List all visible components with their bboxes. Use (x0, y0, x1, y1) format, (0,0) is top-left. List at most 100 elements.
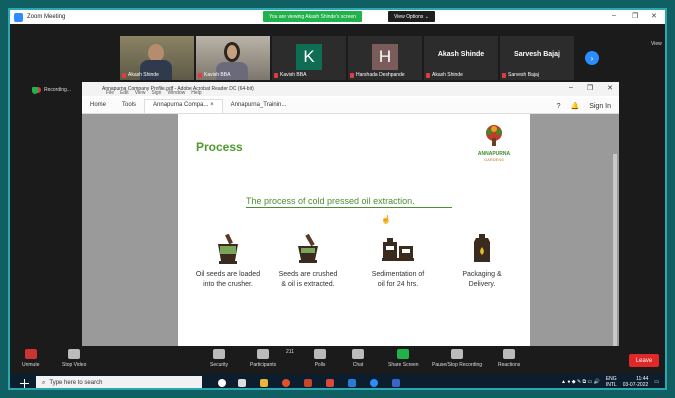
screen-frame: Zoom Meeting You are viewing Akash Shind… (8, 8, 667, 390)
process-step: Oil seeds are loaded into the crusher. (188, 234, 268, 290)
muted-mic-icon (426, 72, 430, 78)
restore-icon[interactable]: ❐ (587, 84, 593, 92)
unmute-button[interactable]: Unmute (22, 349, 40, 368)
avatar: H (372, 44, 398, 70)
step-caption: & oil is extracted. (281, 281, 335, 288)
recording-indicator[interactable]: Recording... (35, 87, 71, 93)
zoom-toolbar: Unmute Stop Video Security Participants … (10, 346, 665, 376)
video-camera-icon (68, 349, 81, 359)
tab-annapurna-company[interactable]: Annapurna Compa... × (144, 99, 223, 113)
app-icon[interactable] (348, 379, 356, 387)
pause-stop-icon (451, 349, 464, 359)
menu-item[interactable]: Edit (120, 90, 129, 98)
participant-name: Akash Shinde (128, 72, 159, 78)
menu-item[interactable]: Window (167, 90, 185, 98)
people-icon (257, 349, 270, 359)
app-icon[interactable] (304, 379, 312, 387)
participant-tile[interactable]: Sarvesh Bajaj Sarvesh Bajaj (500, 36, 574, 80)
menu-item[interactable]: Help (191, 90, 201, 98)
tray-icons[interactable]: ▲ ● ◆ ✎ ⧉ ▭ 🔊 (561, 379, 600, 385)
vertical-scrollbar[interactable] (613, 154, 617, 354)
reactions-button[interactable]: Reactions (498, 349, 520, 368)
security-label: Security (210, 362, 229, 368)
acrobat-tab-bar: Home Tools Annapurna Compa... × Annapurn… (82, 98, 619, 114)
stop-video-button[interactable]: Stop Video (62, 349, 86, 368)
shield-icon (213, 349, 226, 359)
cortana-icon[interactable] (218, 379, 226, 387)
participant-tile[interactable]: Akash Shinde (120, 36, 194, 80)
close-icon[interactable]: ✕ (607, 84, 613, 92)
notification-icon[interactable]: ▭ (654, 379, 659, 385)
share-screen-button[interactable]: Share Screen (388, 349, 419, 368)
minimize-icon[interactable]: – (612, 12, 616, 19)
zoom-window-title: Zoom Meeting (27, 14, 66, 20)
slide-title: Process (196, 140, 243, 154)
logo-tagline: GARDENS (484, 157, 504, 162)
participant-name: Harshada Deshpande (356, 72, 405, 78)
participant-name: Akash Shinde (432, 72, 463, 78)
sign-in-link[interactable]: Sign In (589, 103, 611, 110)
acrobat-menu-bar: File Edit View Sign Window Help (82, 90, 619, 98)
search-placeholder: Type here to search (49, 380, 103, 386)
process-step: Packaging & Delivery. (442, 234, 522, 290)
close-icon[interactable]: ✕ (651, 12, 657, 20)
crushed-seeds-icon (298, 234, 318, 263)
zoom-taskbar-icon[interactable] (370, 379, 378, 387)
view-button[interactable]: View (651, 41, 662, 47)
chrome-icon[interactable] (282, 379, 290, 387)
bell-icon[interactable]: 🔔 (570, 102, 579, 110)
share-screen-icon (397, 349, 410, 359)
tab-home[interactable]: Home (82, 99, 114, 113)
participant-tile[interactable]: H Harshada Deshpande (348, 36, 422, 80)
process-step: Sedimentation of oil for 24 hrs. (358, 234, 438, 290)
windows-taskbar: ⌕ Type here to search ▲ ● ◆ ✎ ⧉ ▭ 🔊 ENG … (10, 374, 665, 388)
participant-name: Sarvesh Bajaj (508, 72, 539, 78)
participant-tile[interactable]: Akash Shinde Akash Shinde (424, 36, 498, 80)
next-page-arrow-icon[interactable]: › (585, 51, 599, 65)
file-explorer-icon[interactable] (260, 379, 268, 387)
step-caption: into the crusher. (203, 281, 253, 288)
participants-button[interactable]: Participants (250, 349, 276, 368)
logo-tree-icon (486, 125, 502, 146)
task-view-icon[interactable] (238, 379, 246, 387)
app-icon[interactable] (326, 379, 334, 387)
security-button[interactable]: Security (210, 349, 228, 368)
mic-off-icon (24, 349, 37, 359)
polls-button[interactable]: Polls (314, 349, 326, 368)
app-icon[interactable] (392, 379, 400, 387)
restore-icon[interactable]: ❐ (632, 12, 638, 20)
smiley-icon (503, 349, 516, 359)
view-options-button[interactable]: View Options ⌄ (388, 11, 435, 22)
chat-button[interactable]: Chat (352, 349, 364, 368)
menu-item[interactable]: File (106, 90, 114, 98)
acrobat-right-controls: ? 🔔 Sign In (557, 102, 611, 111)
muted-mic-icon (274, 72, 278, 78)
polls-label: Polls (314, 362, 326, 368)
help-icon[interactable]: ? (557, 103, 561, 110)
acrobat-window-controls: – ❐ ✕ (569, 84, 613, 92)
minimize-icon[interactable]: – (569, 84, 573, 92)
zoom-title-bar: Zoom Meeting You are viewing Akash Shind… (10, 10, 665, 24)
leave-button[interactable]: Leave (629, 354, 659, 367)
subtitle-underline (246, 207, 452, 208)
tab-annapurna-training[interactable]: Annapurna_Trainin... (223, 99, 295, 113)
share-banner: You are viewing Akash Shinde's screen (263, 11, 362, 22)
zoom-logo-icon (14, 12, 23, 22)
windows-start-icon[interactable] (20, 378, 29, 388)
system-tray: ▲ ● ◆ ✎ ⧉ ▭ 🔊 ENG INTL 11:44 03-07-2022 … (561, 376, 659, 388)
menu-item[interactable]: View (135, 90, 146, 98)
step-caption: Sedimentation of (371, 271, 425, 278)
crusher-icon (218, 234, 238, 264)
tab-tools[interactable]: Tools (114, 99, 144, 113)
shield-icon (32, 87, 38, 94)
participant-tile[interactable]: Kavish BBA (196, 36, 270, 80)
recording-button[interactable]: Pause/Stop Recording (432, 349, 482, 368)
taskbar-search[interactable]: ⌕ Type here to search (36, 376, 202, 388)
document-area[interactable]: Process ANNAPURNA GARDENS The process of… (82, 114, 619, 354)
stop-video-label: Stop Video (62, 362, 87, 368)
menu-item[interactable]: Sign (151, 90, 161, 98)
participant-tile[interactable]: K Kavish BBA (272, 36, 346, 80)
muted-mic-icon (198, 72, 202, 78)
search-icon: ⌕ (42, 379, 46, 386)
unmute-label: Unmute (22, 362, 40, 368)
